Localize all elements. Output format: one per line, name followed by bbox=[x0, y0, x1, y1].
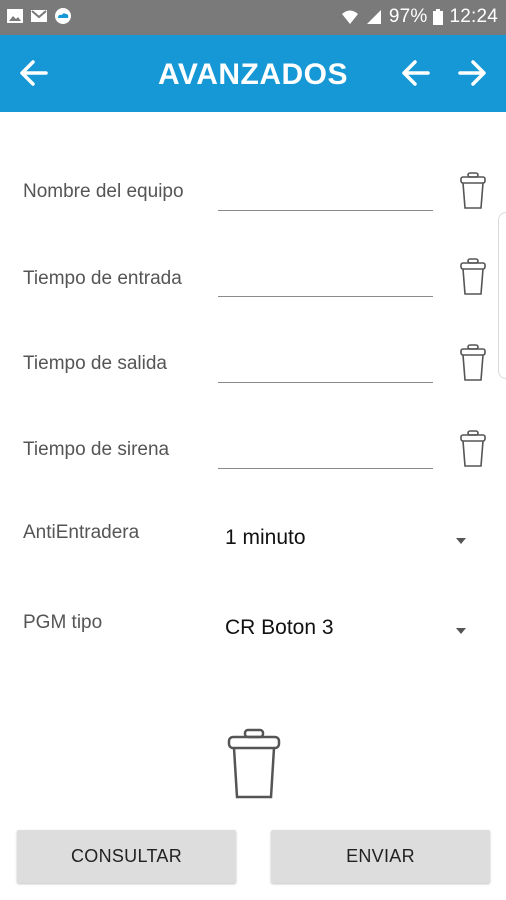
app-bar: AVANZADOS bbox=[0, 35, 506, 112]
field-label-salida: Tiempo de salida bbox=[23, 353, 167, 374]
arrow-right-icon bbox=[458, 60, 486, 86]
next-button[interactable] bbox=[454, 55, 490, 91]
battery-icon bbox=[433, 9, 444, 25]
tiempo-salida-input[interactable] bbox=[218, 348, 437, 384]
tiempo-entrada-input[interactable] bbox=[218, 262, 437, 298]
trash-icon bbox=[227, 728, 281, 799]
antientradera-select[interactable]: 1 minuto bbox=[225, 526, 306, 550]
dropdown-caret[interactable] bbox=[454, 533, 468, 544]
field-underline bbox=[218, 382, 433, 383]
clear-nombre-button[interactable] bbox=[457, 171, 489, 211]
caret-down-icon bbox=[456, 538, 466, 544]
field-label-sirena: Tiempo de sirena bbox=[23, 439, 170, 460]
field-label-entrada: Tiempo de entrada bbox=[23, 268, 182, 289]
clear-sirena-button[interactable] bbox=[457, 429, 489, 469]
dropdown-caret[interactable] bbox=[454, 623, 468, 634]
consultar-button[interactable]: CONSULTAR bbox=[17, 830, 236, 883]
arrow-left-icon bbox=[402, 60, 430, 86]
select-label-pgm: PGM tipo bbox=[23, 612, 103, 633]
nombre-equipo-input[interactable] bbox=[218, 176, 437, 212]
field-underline bbox=[218, 210, 433, 211]
scroll-indicator[interactable] bbox=[498, 212, 506, 379]
trash-icon bbox=[460, 172, 486, 209]
notification-icons bbox=[6, 8, 72, 24]
field-label-nombre: Nombre del equipo bbox=[23, 181, 184, 202]
pgm-tipo-select[interactable]: CR Boton 3 bbox=[225, 616, 334, 640]
wifi-icon bbox=[341, 9, 359, 25]
tiempo-sirena-input[interactable] bbox=[218, 434, 437, 470]
field-underline bbox=[218, 468, 433, 469]
clear-all-button[interactable] bbox=[226, 727, 282, 801]
field-underline bbox=[218, 296, 433, 297]
battery-percent: 97% bbox=[388, 6, 428, 27]
clock: 12:24 bbox=[449, 6, 498, 27]
system-status: 97% 12:24 bbox=[341, 6, 498, 28]
mail-icon bbox=[30, 8, 48, 24]
clear-salida-button[interactable] bbox=[457, 343, 489, 383]
enviar-button[interactable]: ENVIAR bbox=[271, 830, 490, 883]
previous-button[interactable] bbox=[398, 55, 434, 91]
image-icon bbox=[6, 8, 24, 24]
caret-down-icon bbox=[456, 628, 466, 634]
signal-icon bbox=[365, 9, 383, 25]
status-bar: 97% 12:24 bbox=[0, 0, 506, 35]
trash-icon bbox=[460, 344, 486, 381]
cloud-icon bbox=[54, 8, 72, 24]
clear-entrada-button[interactable] bbox=[457, 257, 489, 297]
trash-icon bbox=[460, 430, 486, 467]
trash-icon bbox=[460, 258, 486, 295]
select-label-antientradera: AntiEntradera bbox=[23, 522, 140, 543]
